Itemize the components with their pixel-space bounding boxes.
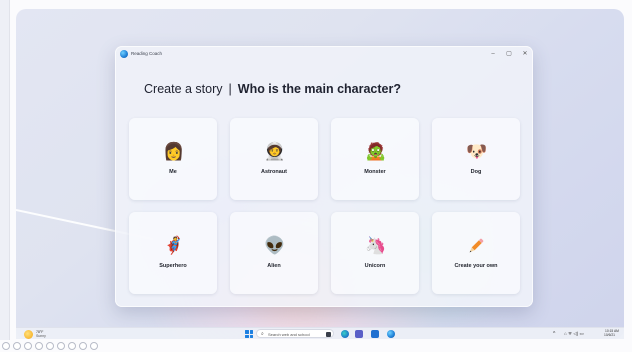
- search-placeholder: Search web and school: [268, 331, 310, 337]
- character-label: Alien: [267, 263, 281, 269]
- tray-overflow-chevron-icon[interactable]: ^: [553, 330, 555, 338]
- tool-circle-icon[interactable]: [46, 342, 54, 350]
- superhero-icon: 🦸: [163, 236, 185, 256]
- dog-icon: 🐶: [466, 142, 488, 162]
- outlook-icon[interactable]: [371, 330, 379, 338]
- tray-status-icons[interactable]: ⌂ ᯤ ◁) ▭: [564, 330, 584, 338]
- sun-icon[interactable]: [24, 330, 33, 339]
- tool-circle-icon[interactable]: [2, 342, 10, 350]
- me-avatar-icon: 👩: [163, 142, 185, 162]
- heading-prefix: Create a story: [144, 82, 223, 96]
- character-tile-superhero[interactable]: 🦸 Superhero: [129, 212, 217, 294]
- tool-circle-icon[interactable]: [68, 342, 76, 350]
- teams-icon[interactable]: [355, 330, 363, 338]
- heading-separator: |: [228, 82, 232, 96]
- taskbar-search-box[interactable]: ⌕ Search web and school: [256, 329, 334, 338]
- clock-date[interactable]: 10/6/21: [604, 333, 615, 337]
- close-button[interactable]: ✕: [518, 48, 532, 60]
- windows-logo-tile: [245, 330, 249, 334]
- character-tile-create-your-own[interactable]: Create your own: [432, 212, 520, 294]
- character-label: Superhero: [159, 263, 187, 269]
- school-badge-icon: [326, 331, 331, 337]
- weather-condition[interactable]: Sunny: [36, 334, 46, 338]
- tool-circle-icon[interactable]: [90, 342, 98, 350]
- tool-circle-icon[interactable]: [57, 342, 65, 350]
- left-rail: [0, 0, 10, 340]
- windows-logo-tile: [249, 330, 253, 334]
- screen-frame: Reading Coach – ▢ ✕ Create a story | Who i…: [0, 0, 632, 352]
- character-tile-dog[interactable]: 🐶 Dog: [432, 118, 520, 200]
- reading-coach-app-icon: [120, 50, 128, 58]
- character-label: Unicorn: [364, 263, 386, 269]
- tool-circle-icon[interactable]: [35, 342, 43, 350]
- astronaut-icon: 🧑‍🚀: [264, 142, 286, 162]
- character-tile-unicorn[interactable]: 🦄 Unicorn: [331, 212, 419, 294]
- reading-coach-window: Reading Coach – ▢ ✕ Create a story | Who i…: [115, 46, 533, 307]
- character-label: Dog: [470, 169, 482, 175]
- character-tile-alien[interactable]: 👽 Alien: [230, 212, 318, 294]
- app-title: Reading Coach: [131, 51, 163, 56]
- start-button[interactable]: [245, 330, 253, 338]
- tool-circle-icon[interactable]: [13, 342, 21, 350]
- edge-browser-icon[interactable]: [341, 330, 349, 338]
- windows-logo-tile: [245, 334, 249, 338]
- tool-circle-icon[interactable]: [79, 342, 87, 350]
- maximize-button[interactable]: ▢: [502, 48, 516, 60]
- character-tile-astronaut[interactable]: 🧑‍🚀 Astronaut: [230, 118, 318, 200]
- title-bar[interactable]: Reading Coach – ▢ ✕: [115, 46, 533, 62]
- reading-coach-taskbar-icon[interactable]: [387, 330, 395, 338]
- windows-logo-tile: [249, 334, 253, 338]
- page-heading: Create a story | Who is the main character…: [144, 79, 401, 99]
- heading-question: Who is the main character?: [237, 82, 401, 96]
- character-label: Create your own: [454, 263, 498, 269]
- unicorn-icon: 🦄: [365, 236, 387, 256]
- alien-icon: 👽: [264, 236, 286, 256]
- search-icon: ⌕: [261, 331, 264, 337]
- character-label: Me: [169, 169, 177, 175]
- character-label: Monster: [364, 169, 386, 175]
- tool-circle-icon[interactable]: [24, 342, 32, 350]
- pencil-icon: [469, 238, 484, 253]
- monster-icon: 🧟: [365, 142, 387, 162]
- character-tile-me[interactable]: 👩 Me: [129, 118, 217, 200]
- character-tile-monster[interactable]: 🧟 Monster: [331, 118, 419, 200]
- minimize-button[interactable]: –: [486, 48, 500, 60]
- character-label: Astronaut: [261, 169, 287, 175]
